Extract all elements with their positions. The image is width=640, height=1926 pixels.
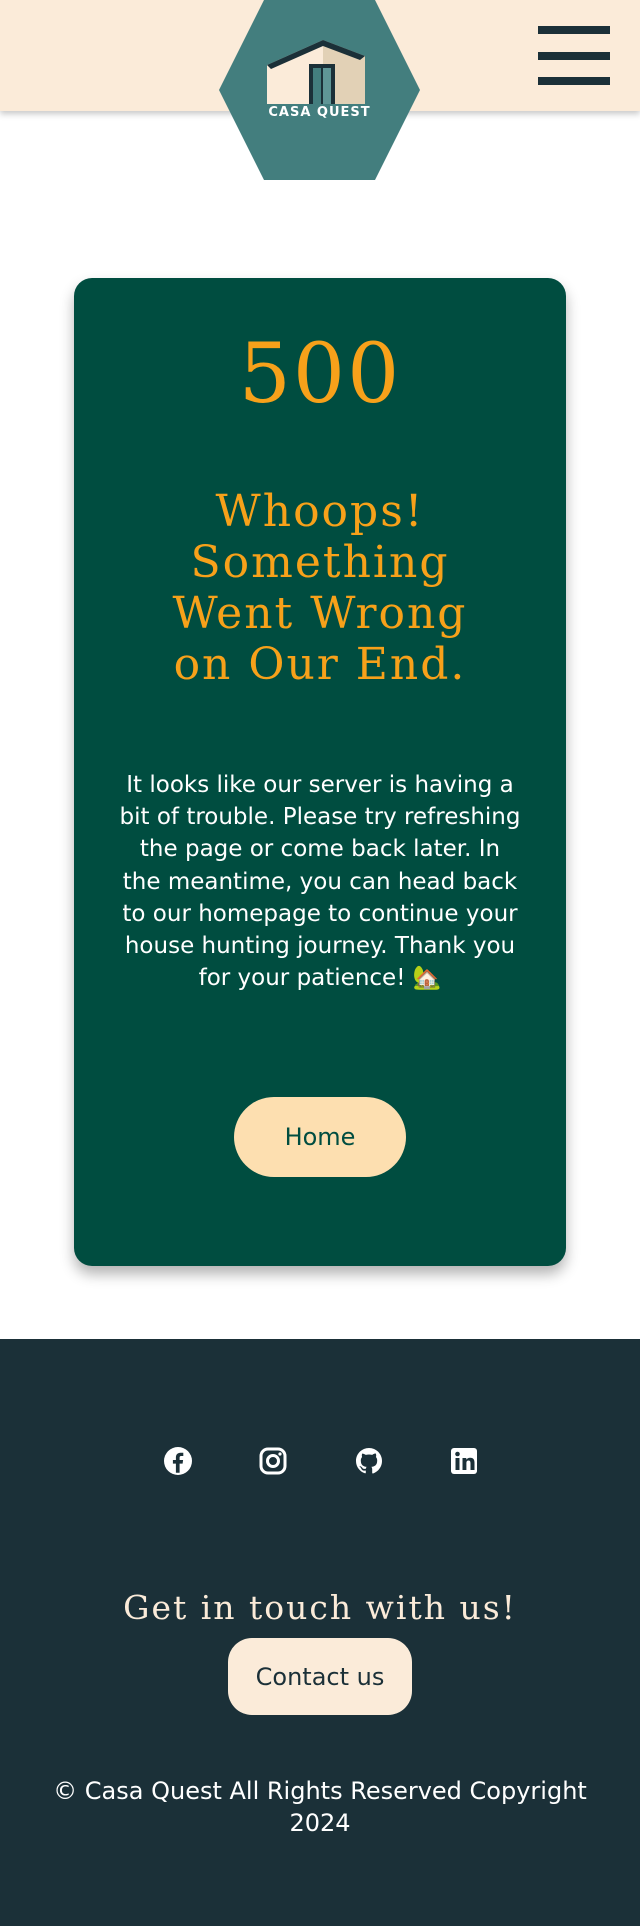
hamburger-menu-icon[interactable] (538, 26, 610, 86)
linkedin-icon[interactable] (448, 1445, 480, 1477)
error-message: It looks like our server is having a bit… (119, 772, 521, 992)
github-icon[interactable] (353, 1445, 385, 1477)
menu-bar (538, 52, 610, 60)
copyright-text: © Casa Quest All Rights Reserved Copyrig… (53, 1777, 587, 1837)
footer-title: Get in touch with us! (123, 1588, 517, 1627)
facebook-icon[interactable] (162, 1445, 194, 1477)
menu-bar (538, 77, 610, 85)
contact-us-button[interactable]: Contact us (228, 1638, 412, 1715)
logo-text: CASA QUEST (268, 105, 371, 120)
error-headline: Whoops! Something Went Wrong on Our End. (172, 486, 468, 690)
logo-hexagon-icon (219, 0, 420, 180)
menu-bar (538, 26, 610, 34)
instagram-icon[interactable] (257, 1445, 289, 1477)
home-button[interactable]: Home (234, 1097, 406, 1177)
error-code: 500 (238, 327, 402, 422)
casa-quest-logo[interactable]: CASA QUEST (219, 0, 420, 180)
